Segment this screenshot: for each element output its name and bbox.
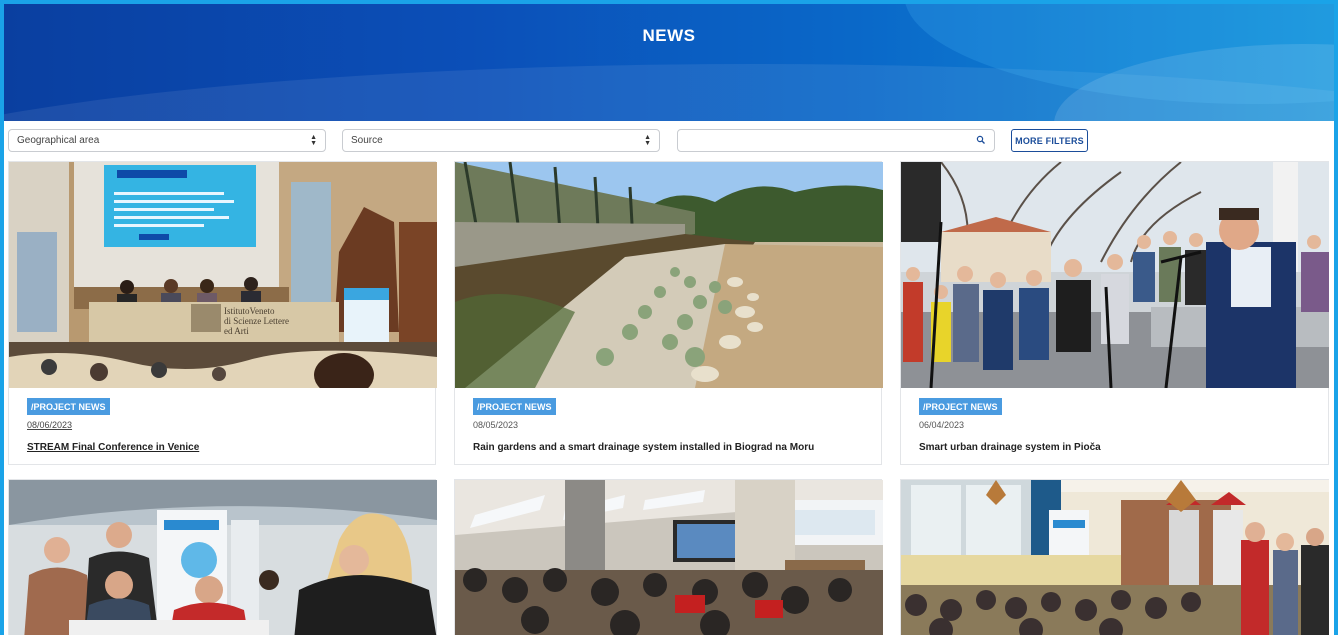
svg-text:di Scienze Lettere: di Scienze Lettere — [224, 316, 289, 326]
news-title-link[interactable]: STREAM Final Conference in Venice — [27, 442, 199, 453]
news-image-signing-ceremony[interactable] — [9, 480, 437, 635]
news-card[interactable]: /PROJECT NEWS 08/05/2023 Rain gardens an… — [454, 161, 883, 465]
svg-text:ed Arti: ed Arti — [224, 326, 249, 336]
news-card[interactable] — [8, 479, 437, 635]
search-icon[interactable] — [976, 135, 986, 145]
news-image-venice-conference[interactable]: IstitutoVeneto di Scienze Lettere ed Art… — [9, 162, 437, 388]
category-tag[interactable]: /PROJECT NEWS — [473, 398, 556, 415]
news-image-workshop-room[interactable] — [455, 480, 883, 635]
category-tag[interactable]: /PROJECT NEWS — [27, 398, 110, 415]
select-arrows-icon: ▲ ▼ — [310, 134, 317, 147]
news-date[interactable]: 08/06/2023 — [27, 420, 72, 430]
news-image-rain-gardens[interactable] — [455, 162, 883, 388]
news-card[interactable] — [900, 479, 1329, 635]
news-date: 08/05/2023 — [473, 420, 519, 430]
news-title-link[interactable]: Rain gardens and a smart drainage system… — [473, 442, 814, 453]
geographical-area-select[interactable]: Geographical area ▲ ▼ — [8, 129, 326, 152]
filter-bar: Geographical area ▲ ▼ Source ▲ ▼ MORE FILT… — [8, 129, 1330, 153]
news-card[interactable] — [454, 479, 883, 635]
svg-text:IstitutoVeneto: IstitutoVeneto — [224, 306, 275, 316]
news-card[interactable]: IstitutoVeneto di Scienze Lettere ed Art… — [8, 161, 437, 465]
news-card[interactable]: /PROJECT NEWS 06/04/2023 Smart urban dra… — [900, 161, 1329, 465]
more-filters-button[interactable]: MORE FILTERS — [1011, 129, 1088, 152]
category-tag[interactable]: /PROJECT NEWS — [919, 398, 1002, 415]
news-date: 06/04/2023 — [919, 420, 965, 430]
page-title: NEWS — [642, 26, 696, 45]
select-arrows-icon: ▲ ▼ — [644, 134, 651, 147]
news-image-pioca-drainage[interactable] — [901, 162, 1329, 388]
search-input[interactable] — [677, 129, 995, 152]
news-title-link[interactable]: Smart urban drainage system in Pioča — [919, 442, 1101, 453]
geographical-area-select-label: Geographical area — [17, 135, 100, 146]
news-image-kindergarten[interactable] — [901, 480, 1329, 635]
source-select-label: Source — [351, 135, 383, 146]
news-banner: NEWS — [4, 4, 1334, 121]
source-select[interactable]: Source ▲ ▼ — [342, 129, 660, 152]
